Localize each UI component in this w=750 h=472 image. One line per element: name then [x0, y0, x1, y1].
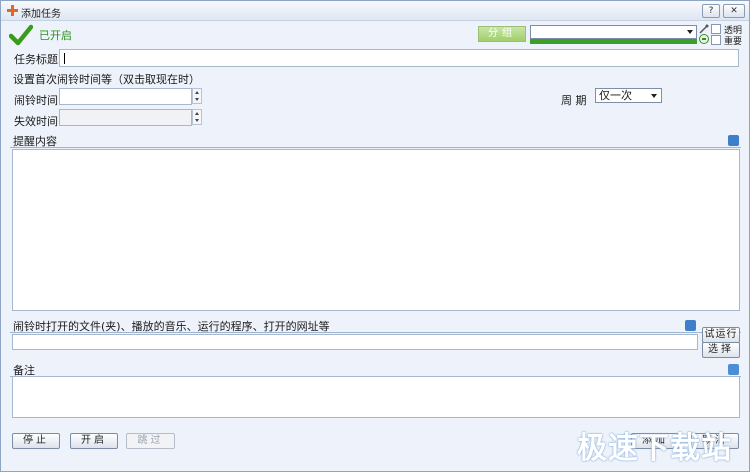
site-watermark: 极速下载站: [577, 431, 732, 466]
important-checkbox[interactable]: [711, 35, 721, 45]
status-text: 已开启: [39, 29, 72, 42]
reminder-content-textarea[interactable]: [12, 149, 740, 311]
notes-textarea[interactable]: [12, 376, 740, 418]
spin-down-icon: [195, 119, 199, 122]
task-title-label: 任务标题: [14, 53, 58, 66]
period-select-value: 仅一次: [599, 89, 632, 102]
open-file-input[interactable]: [12, 334, 698, 350]
choose-button[interactable]: 选择: [702, 342, 740, 358]
first-alarm-section-label: 设置首次闹铃时间等（双击取现在时）: [13, 73, 200, 86]
title-bar: 添加任务 ? ✕: [1, 1, 749, 21]
checkmark-icon: [9, 24, 33, 46]
group-select[interactable]: [530, 25, 697, 39]
open-file-section-header: 闹铃时打开的文件(夹)、播放的音乐、运行的程序、打开的网址等: [10, 317, 741, 333]
reminder-section-header: 提醒内容: [10, 132, 741, 148]
period-label: 周 期: [561, 94, 587, 107]
skip-button[interactable]: 跳过: [126, 433, 175, 449]
spin-up-icon: [195, 91, 199, 94]
try-run-button[interactable]: 试运行: [702, 327, 740, 343]
open-file-section-label: 闹铃时打开的文件(夹)、播放的音乐、运行的程序、打开的网址等: [13, 320, 330, 333]
spin-up-icon: [195, 112, 199, 115]
chevron-down-icon: [651, 94, 657, 98]
window-title: 添加任务: [21, 9, 61, 20]
text-caret: [64, 53, 65, 64]
spin-down-icon: [195, 98, 199, 101]
start-button[interactable]: 开启: [70, 433, 118, 449]
notes-section-header: 备注: [10, 361, 741, 377]
add-task-app-icon: [7, 5, 18, 16]
alarm-time-spinner[interactable]: [192, 88, 202, 104]
pin-icon[interactable]: [699, 24, 709, 34]
reminder-section-label: 提醒内容: [13, 135, 57, 148]
task-title-input[interactable]: [59, 49, 739, 67]
alarm-time-label: 闹铃时间: [14, 94, 58, 107]
expire-time-spinner[interactable]: [192, 109, 202, 125]
add-task-window: 添加任务 ? ✕ 已开启 分组 透明 重要 任务标题 设置首次闹铃时间等（双击取…: [0, 0, 750, 472]
expire-time-label: 失效时间: [14, 115, 58, 128]
minus-circle-icon[interactable]: [699, 34, 709, 44]
notes-edit-icon[interactable]: [728, 364, 739, 375]
transparent-checkbox[interactable]: [711, 24, 721, 34]
alarm-time-input[interactable]: [59, 88, 192, 105]
close-button[interactable]: ✕: [723, 4, 745, 18]
period-select[interactable]: 仅一次: [595, 88, 662, 103]
help-button[interactable]: ?: [702, 4, 720, 18]
important-label: 重要: [724, 37, 743, 47]
expire-time-input[interactable]: [59, 109, 192, 126]
font-format-icon[interactable]: [728, 135, 739, 146]
music-icon[interactable]: [685, 320, 696, 331]
stop-button[interactable]: 停止: [12, 433, 60, 449]
first-alarm-section-header: 设置首次闹铃时间等（双击取现在时）: [10, 70, 741, 86]
group-color-bar: [530, 39, 697, 44]
chevron-down-icon: [687, 30, 693, 34]
group-button[interactable]: 分组: [478, 26, 526, 42]
